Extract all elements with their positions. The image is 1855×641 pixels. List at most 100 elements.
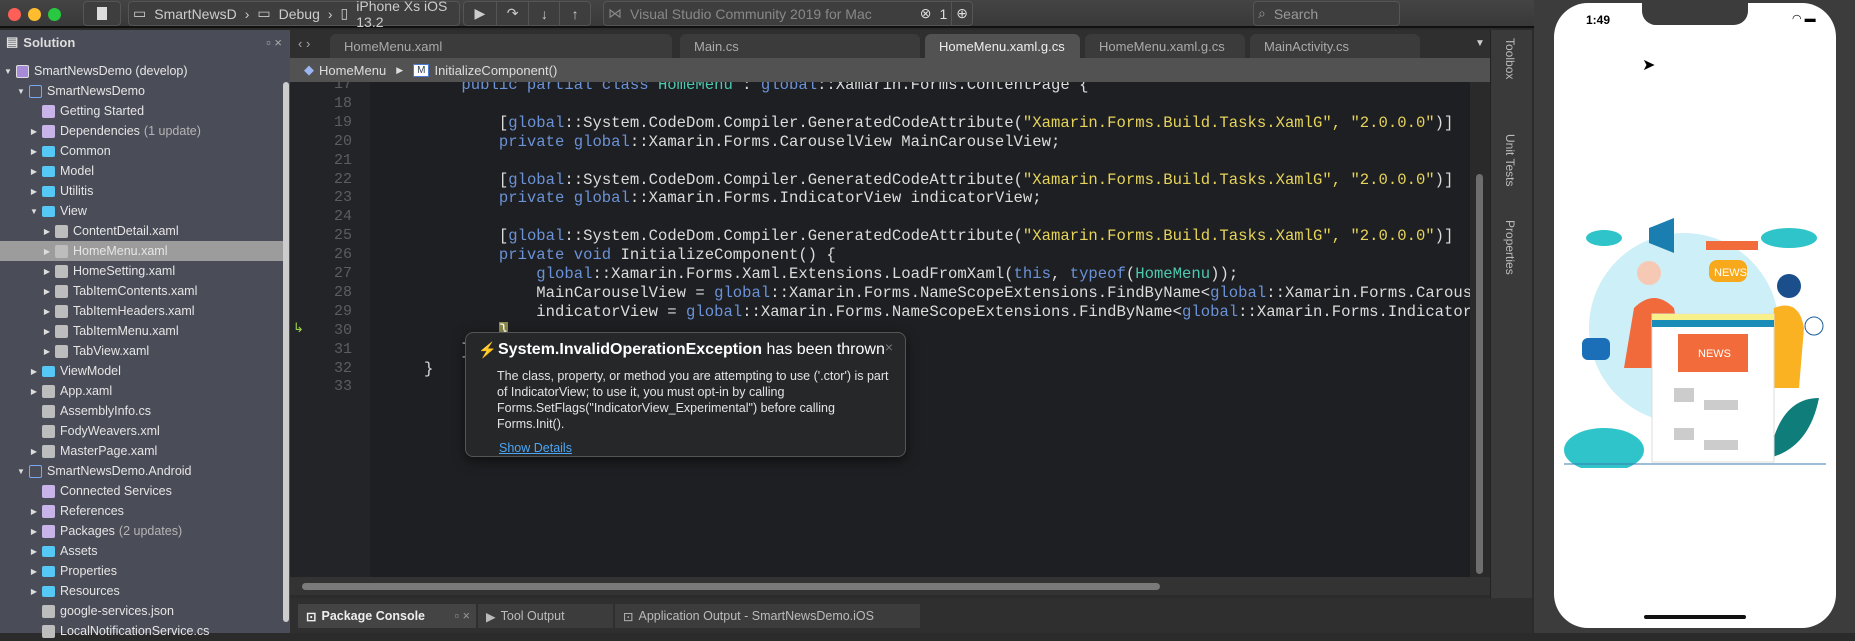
maximize-window-button[interactable] — [48, 8, 61, 21]
stop-button[interactable] — [83, 1, 121, 26]
vertical-scrollbar[interactable] — [1470, 82, 1490, 577]
step-into-button[interactable]: ↓ — [529, 6, 559, 22]
tree-item[interactable]: AssemblyInfo.cs — [0, 401, 286, 421]
editor-tab[interactable]: MainActivity.cs — [1250, 34, 1420, 58]
expand-arrow-icon[interactable]: ▶ — [29, 127, 39, 136]
tree-item[interactable]: ▶ ViewModel — [0, 361, 286, 381]
expand-arrow-icon[interactable]: ▶ — [29, 167, 39, 176]
code-line[interactable]: [global::System.CodeDom.Compiler.Generat… — [424, 114, 1454, 132]
tree-item[interactable]: ▼ SmartNewsDemo — [0, 81, 286, 101]
code-editor[interactable]: 17 18 19 20 21 22 23 24 25 26 27 28 29 30 31 32 33 publi… — [290, 82, 1470, 577]
tree-item[interactable]: Getting Started — [0, 101, 286, 121]
expand-arrow-icon[interactable]: ▼ — [29, 207, 39, 216]
toolbox-pad[interactable]: Toolbox — [1503, 38, 1517, 79]
device-selector[interactable]: iPhone Xs iOS 13.2 — [352, 0, 459, 30]
expand-arrow-icon[interactable]: ▶ — [29, 367, 39, 376]
expand-arrow-icon[interactable]: ▶ — [29, 507, 39, 516]
tree-item[interactable]: ▶ TabView.xaml — [0, 341, 286, 361]
horizontal-scrollbar[interactable] — [290, 577, 1490, 595]
minimize-window-button[interactable] — [28, 8, 41, 21]
tree-item[interactable]: LocalNotificationService.cs — [0, 621, 286, 641]
tree-item[interactable]: ▶ Model — [0, 161, 286, 181]
tree-item[interactable]: ▶ References — [0, 501, 286, 521]
tab-package-console[interactable]: ⊡ Package Console ▫ × — [298, 604, 476, 628]
tree-item[interactable]: ▶ TabItemMenu.xaml — [0, 321, 286, 341]
code-line[interactable]: } — [424, 360, 433, 378]
step-out-button[interactable]: ↑ — [560, 6, 590, 22]
tree-item[interactable]: ▶ Packages (2 updates) — [0, 521, 286, 541]
tree-item[interactable]: ▶ HomeMenu.xaml — [0, 241, 286, 261]
nav-back-forward[interactable]: ‹ › — [298, 36, 310, 51]
tree-item[interactable]: ▶ Dependencies (1 update) — [0, 121, 286, 141]
editor-tab[interactable]: Main.cs — [680, 34, 920, 58]
code-line[interactable]: indicatorView = global::Xamarin.Forms.Na… — [424, 303, 1470, 321]
breadcrumb-method[interactable]: InitializeComponent() — [434, 63, 557, 78]
tree-item[interactable]: ▶ Properties — [0, 561, 286, 581]
tree-item[interactable]: ▶ App.xaml — [0, 381, 286, 401]
expand-arrow-icon[interactable]: ▶ — [29, 387, 39, 396]
expand-arrow-icon[interactable]: ▶ — [29, 527, 39, 536]
properties-pad[interactable]: Properties — [1503, 220, 1517, 275]
tree-item[interactable]: ▶ TabItemContents.xaml — [0, 281, 286, 301]
editor-tab[interactable]: HomeMenu.xaml.g.cs — [925, 34, 1080, 58]
pad-close-button[interactable]: ▫ × — [266, 35, 282, 50]
code-line[interactable]: public partial class HomeMenu : global::… — [424, 82, 1088, 94]
expand-arrow-icon[interactable]: ▶ — [29, 547, 39, 556]
expand-arrow-icon[interactable]: ▶ — [42, 247, 52, 256]
pad-close-button[interactable]: ▫ × — [455, 609, 470, 623]
project-config[interactable]: SmartNewsD — [150, 6, 240, 22]
tree-item[interactable]: ▶ Common — [0, 141, 286, 161]
sidebar-scrollbar[interactable] — [283, 82, 289, 622]
code-line[interactable]: private void InitializeComponent() { — [424, 246, 836, 264]
editor-tab[interactable]: HomeMenu.xaml — [330, 34, 672, 58]
expand-arrow-icon[interactable]: ▶ — [29, 567, 39, 576]
tree-item[interactable]: ▶ Resources — [0, 581, 286, 601]
expand-arrow-icon[interactable]: ▶ — [29, 447, 39, 456]
tree-item[interactable]: ▶ ContentDetail.xaml — [0, 221, 286, 241]
editor-tab[interactable]: HomeMenu.xaml.g.cs — [1085, 34, 1245, 58]
search-input[interactable]: ⌕ Search — [1253, 1, 1400, 26]
expand-arrow-icon[interactable]: ▶ — [29, 587, 39, 596]
continue-button[interactable]: ▶ — [464, 5, 496, 22]
code-line[interactable]: [global::System.CodeDom.Compiler.Generat… — [424, 171, 1454, 189]
tree-item[interactable]: ▶ MasterPage.xaml — [0, 441, 286, 461]
expand-arrow-icon[interactable]: ▶ — [42, 227, 52, 236]
tree-item[interactable]: Connected Services — [0, 481, 286, 501]
run-configuration-selector[interactable]: ▭ SmartNewsD › ▭ Debug › ▯ iPhone Xs iOS 13.2 — [128, 0, 460, 30]
tree-item[interactable]: ▼ SmartNewsDemo.Android — [0, 461, 286, 481]
expand-arrow-icon[interactable]: ▼ — [3, 67, 13, 76]
code-line[interactable]: private global::Xamarin.Forms.IndicatorV… — [424, 189, 1042, 207]
tab-application-output[interactable]: ⊡ Application Output - SmartNewsDemo.iOS — [615, 604, 920, 628]
tab-tool-output[interactable]: ▶ Tool Output — [478, 604, 613, 628]
code-line[interactable]: [global::System.CodeDom.Compiler.Generat… — [424, 227, 1454, 245]
code-line[interactable]: } — [424, 341, 470, 359]
breadcrumb-class[interactable]: HomeMenu — [319, 63, 386, 78]
step-over-button[interactable]: ↷ — [497, 5, 529, 22]
expand-arrow-icon[interactable]: ▶ — [42, 347, 52, 356]
expand-arrow-icon[interactable]: ▶ — [42, 267, 52, 276]
tree-item[interactable]: ▶ TabItemHeaders.xaml — [0, 301, 286, 321]
expand-arrow-icon[interactable]: ▶ — [29, 147, 39, 156]
phone-screen[interactable]: 1:49 ◠ ▬ ➤ NEWS NEWS — [1554, 3, 1836, 628]
expand-arrow-icon[interactable]: ▼ — [16, 87, 26, 96]
tree-item[interactable]: ▶ Utilitis — [0, 181, 286, 201]
tree-item[interactable]: FodyWeavers.xml — [0, 421, 286, 441]
code-line[interactable]: MainCarouselView = global::Xamarin.Forms… — [424, 284, 1470, 302]
error-icon[interactable]: ⊗ — [916, 5, 936, 22]
tree-item[interactable]: google-services.json — [0, 601, 286, 621]
close-popup-button[interactable]: × — [885, 339, 893, 355]
tree-item[interactable]: ▶ Assets — [0, 541, 286, 561]
upload-icon[interactable]: ⊕ — [952, 5, 972, 22]
show-details-link[interactable]: Show Details — [499, 441, 891, 455]
error-count[interactable]: 1 — [935, 6, 951, 22]
code-line[interactable]: global::Xamarin.Forms.Xaml.Extensions.Lo… — [424, 265, 1238, 283]
unit-tests-pad[interactable]: Unit Tests — [1503, 134, 1517, 186]
expand-arrow-icon[interactable]: ▼ — [16, 467, 26, 476]
build-config[interactable]: Debug — [275, 6, 324, 22]
home-indicator[interactable] — [1644, 615, 1746, 619]
tree-item[interactable]: ▼ SmartNewsDemo (develop) — [0, 61, 286, 81]
expand-arrow-icon[interactable]: ▶ — [42, 287, 52, 296]
expand-arrow-icon[interactable]: ▶ — [29, 187, 39, 196]
tree-item[interactable]: ▼ View — [0, 201, 286, 221]
expand-arrow-icon[interactable]: ▶ — [42, 327, 52, 336]
